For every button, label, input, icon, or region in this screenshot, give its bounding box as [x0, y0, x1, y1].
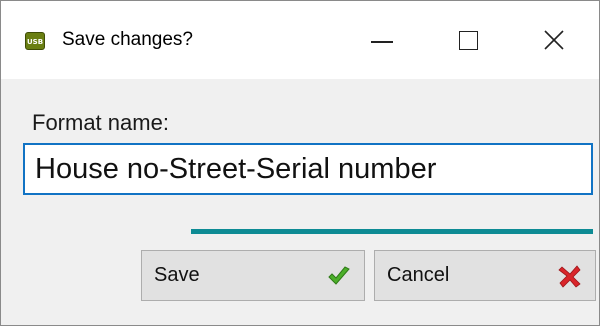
close-button[interactable] [518, 1, 590, 79]
save-button-label: Save [154, 264, 200, 286]
title-bar[interactable]: USB Save changes? [1, 1, 599, 79]
format-name-input[interactable] [23, 143, 593, 195]
cancel-button[interactable]: Cancel [374, 250, 596, 301]
format-name-label: Format name: [32, 110, 169, 135]
minimize-button[interactable] [346, 1, 418, 79]
close-icon [544, 30, 564, 50]
window-title: Save changes? [62, 29, 193, 50]
cancel-button-label: Cancel [387, 264, 450, 286]
app-icon: USB [25, 32, 45, 50]
minimize-icon [371, 41, 393, 43]
x-icon [558, 265, 581, 288]
save-changes-dialog: USB Save changes? Format name: Save Canc… [0, 0, 600, 326]
progress-indicator [191, 229, 593, 234]
maximize-button[interactable] [432, 1, 504, 79]
check-icon [328, 266, 350, 285]
maximize-icon [458, 30, 478, 50]
save-button[interactable]: Save [141, 250, 365, 301]
